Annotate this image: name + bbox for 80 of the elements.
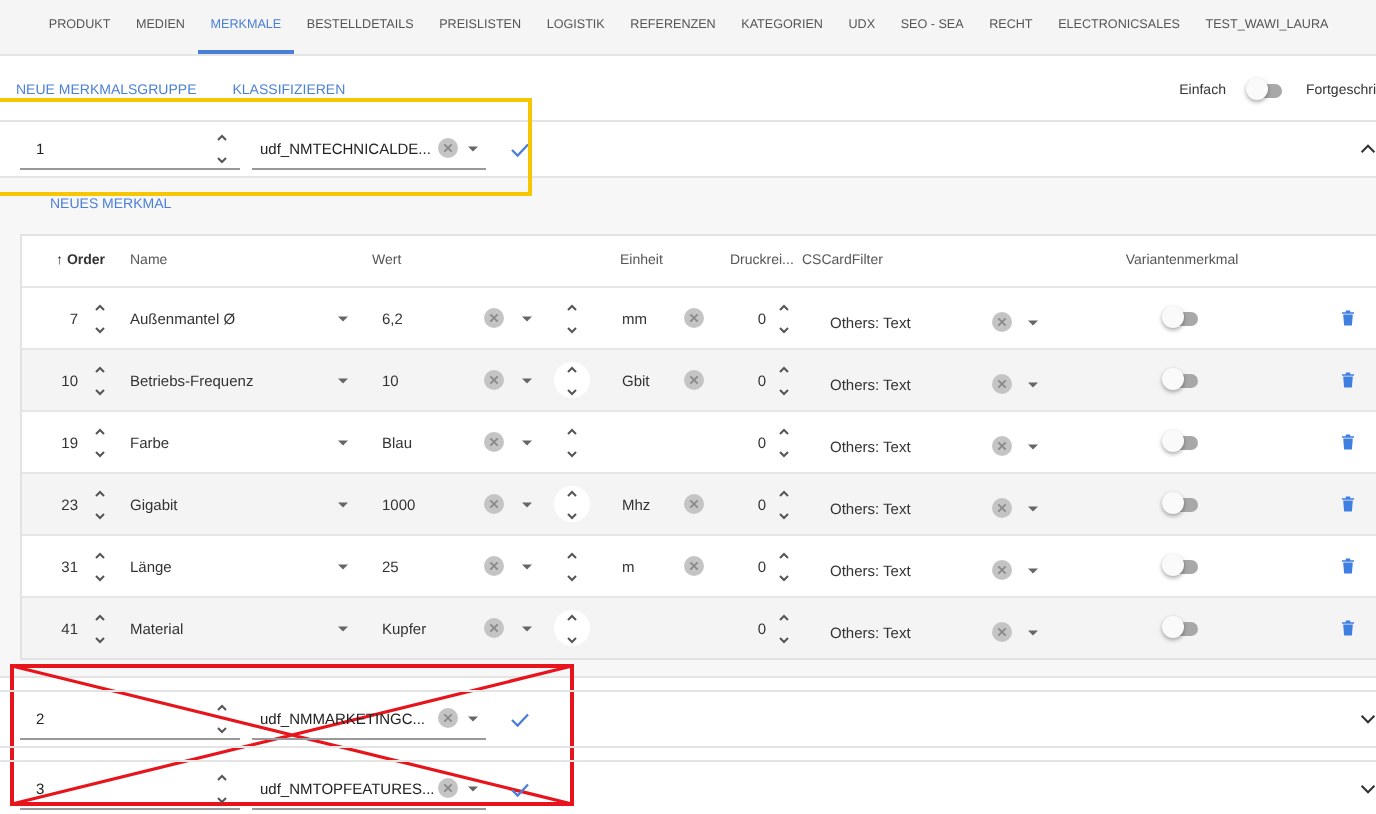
clear-icon[interactable]	[484, 494, 504, 514]
caret-icon[interactable]	[337, 439, 347, 445]
stepper-arrows-icon[interactable]	[566, 302, 578, 334]
stepper-arrows-icon[interactable]	[778, 364, 790, 396]
stepper-arrows-icon[interactable]	[566, 488, 578, 520]
clear-icon[interactable]	[992, 498, 1012, 518]
clear-icon[interactable]	[684, 556, 704, 576]
trash-icon[interactable]	[1342, 372, 1354, 388]
caret-icon[interactable]	[468, 715, 478, 721]
stepper-arrows-icon[interactable]	[778, 426, 790, 458]
clear-icon[interactable]	[438, 708, 458, 728]
caret-icon[interactable]	[521, 377, 531, 383]
caret-icon[interactable]	[521, 439, 531, 445]
clear-icon[interactable]	[484, 432, 504, 452]
stepper-arrows-icon[interactable]	[94, 550, 106, 582]
clear-icon[interactable]	[684, 370, 704, 390]
clear-icon[interactable]	[484, 308, 504, 328]
stepper-arrows-icon[interactable]	[566, 612, 578, 644]
chevron-up-icon[interactable]	[1360, 144, 1376, 154]
caret-icon[interactable]	[468, 145, 478, 151]
stepper-arrows-icon[interactable]	[778, 550, 790, 582]
stepper-arrows-icon[interactable]	[216, 702, 228, 734]
check-icon[interactable]	[510, 711, 530, 727]
trash-icon[interactable]	[1342, 620, 1354, 636]
stepper-arrows-icon[interactable]	[94, 612, 106, 644]
stepper-arrows-icon[interactable]	[566, 550, 578, 582]
caret-icon[interactable]	[337, 625, 347, 631]
clear-icon[interactable]	[992, 312, 1012, 332]
clear-icon[interactable]	[484, 556, 504, 576]
caret-icon[interactable]	[468, 785, 478, 791]
caret-icon[interactable]	[521, 501, 531, 507]
stepper-arrows-icon[interactable]	[94, 426, 106, 458]
stepper-arrows-icon[interactable]	[216, 132, 228, 164]
caret-icon[interactable]	[337, 563, 347, 569]
check-icon[interactable]	[510, 781, 530, 797]
clear-icon[interactable]	[484, 618, 504, 638]
caret-icon[interactable]	[1027, 505, 1037, 511]
clear-icon[interactable]	[992, 560, 1012, 580]
caret-icon[interactable]	[337, 315, 347, 321]
clear-icon[interactable]	[684, 494, 704, 514]
stepper-arrows-icon[interactable]	[566, 364, 578, 396]
stepper-arrows-icon[interactable]	[566, 426, 578, 458]
clear-icon[interactable]	[438, 138, 458, 158]
stepper-arrows-icon[interactable]	[778, 488, 790, 520]
caret-icon[interactable]	[1027, 381, 1037, 387]
clear-icon[interactable]	[992, 374, 1012, 394]
stepper-arrows-icon[interactable]	[94, 302, 106, 334]
caret-icon[interactable]	[337, 377, 347, 383]
stepper-arrows-icon[interactable]	[778, 302, 790, 334]
caret-icon[interactable]	[521, 315, 531, 321]
mode-toggle[interactable]	[1249, 83, 1282, 97]
stepper-arrows-icon[interactable]	[778, 612, 790, 644]
stepper-arrows-icon[interactable]	[94, 488, 106, 520]
variant-toggle[interactable]	[1166, 497, 1198, 511]
check-icon[interactable]	[510, 141, 530, 157]
variant-toggle[interactable]	[1166, 621, 1198, 635]
clear-icon[interactable]	[992, 622, 1012, 642]
caret-icon[interactable]	[521, 563, 531, 569]
stepper-arrows-icon[interactable]	[94, 364, 106, 396]
clear-icon[interactable]	[684, 308, 704, 328]
caret-icon[interactable]	[1027, 443, 1037, 449]
caret-icon[interactable]	[1027, 629, 1037, 635]
trash-icon[interactable]	[1342, 434, 1354, 450]
clear-icon[interactable]	[484, 370, 504, 390]
stepper-arrows-icon[interactable]	[216, 772, 228, 804]
caret-icon[interactable]	[337, 501, 347, 507]
chevron-down-icon[interactable]	[1360, 714, 1376, 724]
caret-icon[interactable]	[1027, 567, 1037, 573]
trash-icon[interactable]	[1342, 310, 1354, 326]
chevron-down-icon[interactable]	[1360, 784, 1376, 794]
variant-toggle[interactable]	[1166, 435, 1198, 449]
trash-icon[interactable]	[1342, 496, 1354, 512]
variant-toggle[interactable]	[1166, 559, 1198, 573]
caret-icon[interactable]	[521, 625, 531, 631]
caret-icon[interactable]	[1027, 319, 1037, 325]
clear-icon[interactable]	[438, 778, 458, 798]
variant-toggle[interactable]	[1166, 311, 1198, 325]
variant-toggle[interactable]	[1166, 373, 1198, 387]
trash-icon[interactable]	[1342, 558, 1354, 574]
clear-icon[interactable]	[992, 436, 1012, 456]
